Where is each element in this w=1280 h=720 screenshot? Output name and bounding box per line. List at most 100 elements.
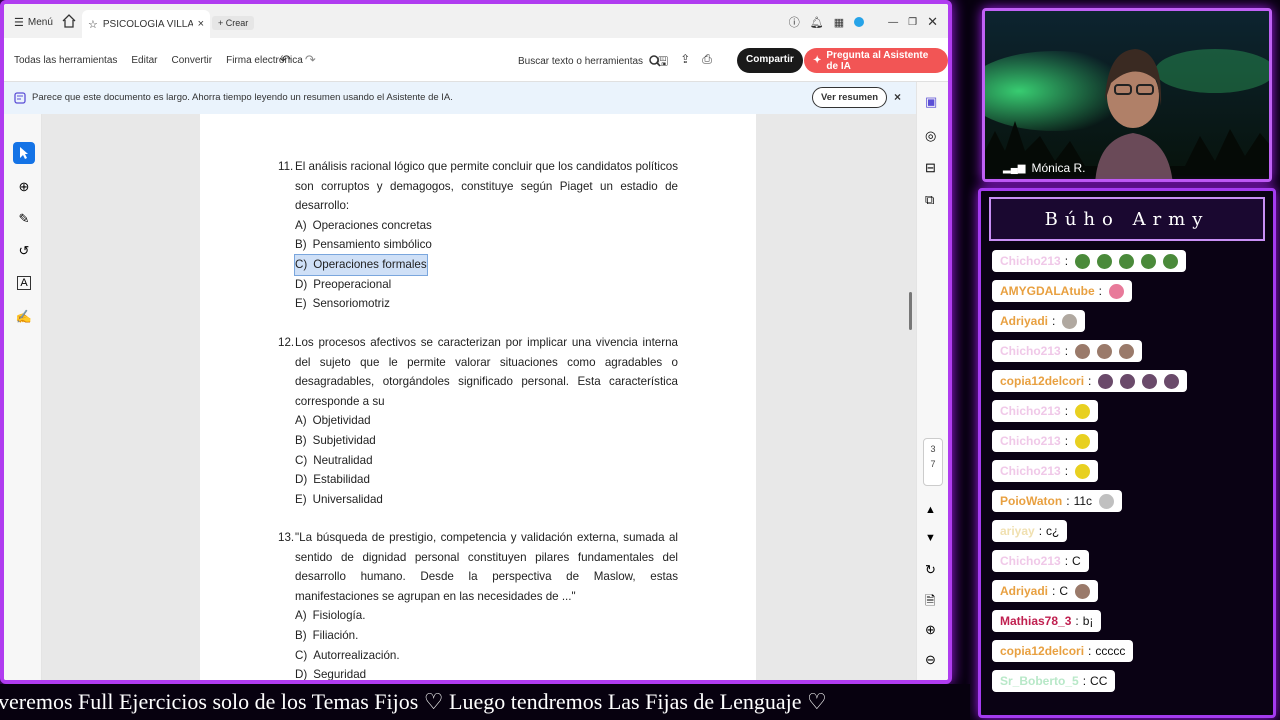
webcam-overlay: ▂▄▆ Mónica R. bbox=[982, 8, 1272, 182]
chat-separator: : bbox=[1088, 644, 1092, 658]
zoom-in-icon[interactable]: ⊕ bbox=[925, 622, 941, 638]
save-icon[interactable]: 🖫 bbox=[658, 52, 668, 73]
save-page-icon[interactable]: 🗎 bbox=[925, 592, 941, 608]
share-button[interactable]: Compartir bbox=[737, 48, 803, 73]
comment-icon[interactable]: ◎ bbox=[925, 128, 941, 144]
chat-separator: : bbox=[1038, 524, 1043, 538]
zoom-tool[interactable]: ⊕ bbox=[13, 176, 35, 198]
option-b: B) Pensamiento simbólico bbox=[295, 238, 432, 252]
option-c-highlighted[interactable]: C) Operaciones formales bbox=[278, 253, 678, 276]
signal-bars-icon: ▂▄▆ bbox=[1003, 162, 1026, 174]
help-icon[interactable]: ⓘ bbox=[789, 14, 800, 30]
emote-icon bbox=[1098, 373, 1114, 389]
convert-menu[interactable]: Convertir bbox=[172, 55, 213, 66]
undo-icon[interactable]: ↶ bbox=[280, 52, 291, 68]
close-banner-icon[interactable]: × bbox=[894, 90, 901, 104]
tab-title: PSICOLOGÍA VILLAR... bbox=[102, 18, 193, 30]
chat-separator: : bbox=[1082, 674, 1087, 688]
question-number: 12. bbox=[278, 336, 295, 349]
annotate-tool[interactable]: ✎ bbox=[13, 208, 35, 230]
chat-text: CC bbox=[1090, 674, 1108, 688]
chat-separator: : bbox=[1064, 464, 1069, 478]
print-icon[interactable]: ⎙ bbox=[702, 52, 712, 73]
option-d: D) Estabilidad bbox=[295, 473, 370, 487]
chat-message: Adriyadi: C bbox=[992, 580, 1099, 602]
question-stem: El análisis racional lógico que permite … bbox=[295, 160, 678, 213]
chat-username: Mathias78_3 bbox=[1000, 614, 1072, 628]
sign-tool[interactable]: ✍ bbox=[13, 306, 35, 328]
hamburger-icon: ☰ bbox=[14, 17, 24, 29]
streamer-name-label: Mónica R. bbox=[1031, 161, 1086, 175]
ai-sparkle-icon: ✦ bbox=[813, 55, 822, 66]
cursor-icon bbox=[20, 147, 28, 159]
apps-grid-icon[interactable]: ▦ bbox=[834, 16, 844, 29]
close-tab-icon[interactable]: × bbox=[198, 18, 204, 30]
chat-text: C bbox=[1059, 584, 1069, 598]
page-indicator[interactable]: 3 7 bbox=[923, 438, 943, 486]
chat-separator: : bbox=[1066, 494, 1070, 508]
scrollbar-thumb[interactable] bbox=[909, 292, 912, 330]
chat-message: copia12delcori: bbox=[992, 370, 1188, 392]
chat-username: ariyay bbox=[1000, 524, 1035, 538]
main-toolbar: Todas las herramientas Editar Convertir … bbox=[4, 38, 948, 82]
bookmark-icon[interactable]: ⊟ bbox=[925, 160, 941, 176]
pen-icon: ✎ bbox=[18, 211, 30, 226]
refresh-icon[interactable]: ↻ bbox=[925, 562, 941, 578]
document-area[interactable]: 11. El análisis racional lógico que permi… bbox=[42, 114, 916, 680]
emote-icon bbox=[1075, 403, 1091, 419]
page-down-icon[interactable]: ▼ bbox=[925, 532, 941, 548]
search-tools[interactable]: Buscar texto o herramientas bbox=[518, 55, 661, 67]
text-tool[interactable]: A bbox=[13, 272, 35, 294]
upload-icon[interactable]: ⇪ bbox=[680, 52, 690, 73]
chat-message: PoioWaton:11c bbox=[992, 490, 1123, 512]
option-a: A) Objetividad bbox=[295, 414, 371, 428]
question-stem: Los procesos afectivos se caracterizan p… bbox=[295, 336, 678, 408]
chat-username: Chicho213 bbox=[1000, 404, 1061, 418]
profile-icon[interactable] bbox=[854, 17, 865, 27]
chat-separator: : bbox=[1064, 554, 1069, 568]
option-b: B) Subjetividad bbox=[295, 433, 376, 447]
page-up-icon[interactable]: ▲ bbox=[925, 504, 941, 520]
chat-text: 11c bbox=[1073, 494, 1093, 508]
minimize-icon[interactable]: — bbox=[888, 17, 898, 28]
chat-separator: : bbox=[1064, 254, 1069, 268]
question-number: 11. bbox=[278, 160, 294, 173]
chat-message: Chicho213: bbox=[992, 250, 1187, 272]
chat-title: Búho Army bbox=[1044, 208, 1210, 230]
chat-message: Sr_Boberto_5: CC bbox=[992, 670, 1116, 692]
right-tool-rail: ▣ ◎ ⊟ ⧉ 3 7 ▲ ▼ ↻ 🗎 ⊕ ⊖ bbox=[916, 82, 948, 680]
menu-button[interactable]: ☰ Menú bbox=[14, 16, 53, 29]
select-tool[interactable] bbox=[13, 142, 35, 164]
text-box-icon: A bbox=[17, 276, 31, 290]
chat-message: copia12delcori: ccccc bbox=[992, 640, 1134, 662]
home-icon[interactable] bbox=[62, 14, 76, 28]
chat-overlay: Búho Army Chicho213: AMYGDALAtube: Adriyad… bbox=[978, 188, 1276, 718]
edit-menu[interactable]: Editar bbox=[131, 55, 157, 66]
draw-tool[interactable]: ↺ bbox=[13, 240, 35, 262]
option-c: C) Autorrealización. bbox=[295, 648, 400, 662]
option-b: B) Filiación. bbox=[295, 628, 359, 642]
tab-document[interactable]: ☆ PSICOLOGÍA VILLAR... × bbox=[82, 10, 210, 38]
chat-message: Chicho213: C bbox=[992, 550, 1089, 572]
pages-icon[interactable]: ⧉ bbox=[925, 192, 941, 208]
window-controls: ⓘ 🔔︎ ▦ — ❐ ✕ bbox=[789, 14, 938, 30]
option-c: C) Neutralidad bbox=[295, 453, 373, 467]
streamer-name: ▂▄▆ Mónica R. bbox=[1003, 161, 1086, 175]
chat-separator: : bbox=[1098, 284, 1103, 298]
chat-username: copia12delcori bbox=[1000, 644, 1085, 658]
view-summary-button[interactable]: Ver resumen bbox=[812, 87, 888, 108]
ai-panel-icon[interactable]: ▣ bbox=[925, 94, 941, 110]
ai-assistant-button[interactable]: ✦ Pregunta al Asistente de IA bbox=[804, 48, 948, 73]
restore-icon[interactable]: ❐ bbox=[908, 17, 917, 28]
chat-username: Adriyadi bbox=[1000, 314, 1049, 328]
zoom-out-icon[interactable]: ⊖ bbox=[925, 652, 941, 668]
create-button[interactable]: + Crear bbox=[212, 16, 255, 30]
chat-separator: : bbox=[1088, 374, 1092, 388]
bell-icon[interactable]: 🔔︎ bbox=[810, 16, 824, 29]
chat-message: ariyay: c¿ bbox=[992, 520, 1068, 542]
all-tools-menu[interactable]: Todas las herramientas bbox=[14, 55, 117, 66]
star-icon[interactable]: ☆ bbox=[88, 18, 98, 31]
emote-icon bbox=[1163, 253, 1179, 269]
redo-icon[interactable]: ↷ bbox=[305, 52, 316, 68]
close-window-icon[interactable]: ✕ bbox=[927, 14, 938, 30]
